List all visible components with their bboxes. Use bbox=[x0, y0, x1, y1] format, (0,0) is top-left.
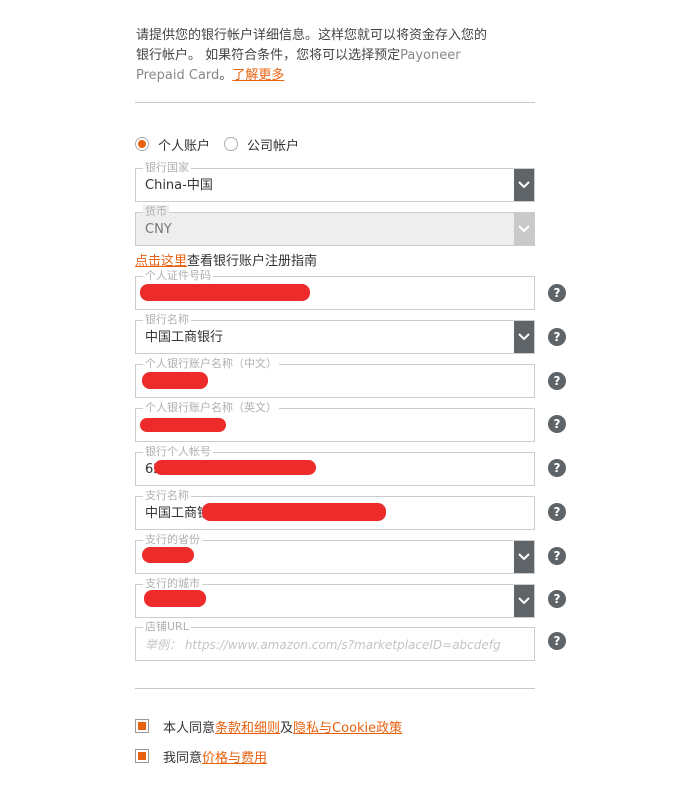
bank-name-select[interactable]: 银行名称 中国工商银行 bbox=[135, 313, 535, 354]
learn-more-link[interactable]: 了解更多 bbox=[232, 68, 284, 83]
help-icon[interactable]: ? bbox=[548, 459, 566, 477]
chevron-down-icon bbox=[514, 213, 534, 245]
redaction-mark bbox=[142, 547, 194, 563]
bank-name-value: 中国工商银行 bbox=[145, 330, 224, 345]
company-account-label[interactable]: 公司帐户 bbox=[247, 135, 299, 154]
fees-link[interactable]: 价格与费用 bbox=[202, 751, 267, 766]
redaction-mark bbox=[144, 590, 206, 607]
bank-country-select[interactable]: 银行国家 China-中国 bbox=[135, 161, 535, 202]
fees-agreement-row: 我同意价格与费用 bbox=[135, 746, 267, 766]
intro-line3-sep: 。 bbox=[219, 68, 233, 83]
personal-account-radio[interactable] bbox=[135, 137, 149, 151]
divider-top bbox=[135, 102, 535, 103]
redaction-mark bbox=[142, 372, 208, 389]
terms-agreement-row: 本人同意条款和细则及隐私与Cookie政策 bbox=[135, 716, 402, 736]
store-url-field[interactable]: 店铺URL 举例： https://www.amazon.com/s?marke… bbox=[135, 620, 535, 661]
branch-province-label: 支行的省份 bbox=[143, 533, 202, 546]
redaction-mark bbox=[154, 460, 316, 475]
chevron-down-icon[interactable] bbox=[514, 169, 534, 201]
terms-link[interactable]: 条款和细则 bbox=[215, 721, 280, 736]
store-url-label: 店铺URL bbox=[143, 620, 191, 633]
id-number-label: 个人证件号码 bbox=[143, 269, 213, 282]
redaction-mark bbox=[202, 503, 386, 521]
chevron-down-icon[interactable] bbox=[514, 541, 534, 573]
intro-line3-en: Prepaid Card bbox=[136, 68, 220, 83]
store-url-placeholder: 举例： https://www.amazon.com/s?marketplace… bbox=[145, 638, 501, 652]
currency-value: CNY bbox=[145, 222, 172, 237]
bank-country-value: China-中国 bbox=[145, 178, 213, 193]
click-here-link[interactable]: 点击这里 bbox=[135, 254, 187, 269]
currency-label: 货币 bbox=[143, 205, 169, 218]
intro-text: 请提供您的银行帐户详细信息。这样您就可以将资金存入您的 银行帐户。 如果符合条件… bbox=[136, 26, 536, 86]
terms-text: 本人同意条款和细则及隐私与Cookie政策 bbox=[163, 717, 402, 736]
personal-account-label[interactable]: 个人账户 bbox=[158, 135, 210, 154]
privacy-link[interactable]: 隐私与Cookie政策 bbox=[293, 721, 402, 736]
help-icon[interactable]: ? bbox=[548, 503, 566, 521]
holder-name-cn-label: 个人银行账户名称（中文） bbox=[143, 357, 279, 370]
fees-prefix: 我同意 bbox=[163, 750, 203, 766]
help-icon[interactable]: ? bbox=[548, 284, 566, 302]
bank-country-label: 银行国家 bbox=[143, 161, 191, 174]
intro-line1: 请提供您的银行帐户详细信息。这样您就可以将资金存入您的 bbox=[136, 28, 488, 43]
currency-select: 货币 CNY bbox=[135, 205, 535, 246]
chevron-down-icon[interactable] bbox=[514, 321, 534, 353]
branch-name-value: 中国工商银 bbox=[145, 506, 211, 521]
terms-checkbox[interactable] bbox=[135, 719, 149, 733]
help-icon[interactable]: ? bbox=[548, 590, 566, 608]
branch-province-select[interactable]: 支行的省份 bbox=[135, 533, 535, 574]
account-type-group: 个人账户 公司帐户 bbox=[135, 134, 313, 154]
bank-name-label: 银行名称 bbox=[143, 313, 191, 326]
help-icon[interactable]: ? bbox=[548, 372, 566, 390]
chevron-down-icon[interactable] bbox=[514, 585, 534, 617]
help-icon[interactable]: ? bbox=[548, 415, 566, 433]
help-icon[interactable]: ? bbox=[548, 632, 566, 650]
branch-name-label: 支行名称 bbox=[143, 489, 191, 502]
intro-line2: 银行帐户。 如果符合条件，您将可以选择预定 bbox=[136, 48, 401, 63]
fees-checkbox[interactable] bbox=[135, 749, 149, 763]
help-icon[interactable]: ? bbox=[548, 328, 566, 346]
company-account-radio[interactable] bbox=[224, 137, 239, 151]
help-icon[interactable]: ? bbox=[548, 547, 566, 565]
branch-city-label: 支行的城市 bbox=[143, 577, 202, 590]
terms-and: 及 bbox=[280, 720, 294, 736]
redaction-mark bbox=[140, 418, 226, 432]
divider-bottom bbox=[135, 688, 535, 689]
holder-name-en-label: 个人银行账户名称（英文） bbox=[143, 401, 279, 414]
guide-text: 查看银行账户注册指南 bbox=[187, 254, 318, 269]
intro-line2-en: Payoneer bbox=[400, 48, 461, 63]
terms-prefix: 本人同意 bbox=[163, 720, 216, 736]
redaction-mark bbox=[140, 284, 310, 301]
account-number-label: 银行个人帐号 bbox=[143, 445, 213, 458]
registration-guide: 点击这里查看银行账户注册指南 bbox=[135, 254, 317, 270]
fees-text: 我同意价格与费用 bbox=[163, 747, 267, 766]
